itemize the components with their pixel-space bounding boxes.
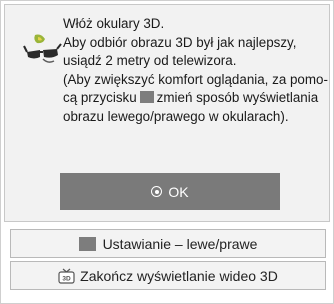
svg-text:3D: 3D: [63, 275, 72, 282]
message-line: Aby odbiór obrazu 3D był jak najlepszy,: [63, 34, 297, 50]
color-key-icon: [78, 236, 96, 251]
left-right-label: Ustawianie – lewe/prawe: [102, 235, 258, 252]
ok-circle-icon: [151, 186, 163, 197]
ok-button[interactable]: OK: [60, 173, 280, 210]
exit-3d-label: Zakończ wyświetlanie wideo 3D: [80, 267, 278, 284]
message-line: cą przycisku zmień sposób wyświetlania: [63, 89, 325, 108]
color-key-icon: [139, 91, 154, 104]
message-line-part: zmień sposób wyświetlania: [156, 90, 319, 106]
instruction-message: Włóż okulary 3D. Aby odbiór obrazu 3D by…: [63, 15, 328, 127]
exit-3d-button[interactable]: 3D Zakończ wyświetlanie wideo 3D: [10, 261, 326, 290]
message-line: obrazu lewego/prawego w okularach).: [63, 108, 289, 124]
left-right-setting-button[interactable]: Ustawianie – lewe/prawe: [10, 229, 326, 258]
message-line: Włóż okulary 3D.: [63, 16, 165, 31]
3d-glasses-icon: [23, 34, 62, 63]
message-line-part: cą przycisku: [63, 90, 137, 106]
message-line: usiądź 2 metry od telewizora.: [63, 53, 237, 69]
3d-glasses-dialog: Włóż okulary 3D. Aby odbiór obrazu 3D by…: [0, 0, 334, 304]
tv-3d-icon: 3D: [58, 268, 75, 284]
message-panel: Włóż okulary 3D. Aby odbiór obrazu 3D by…: [4, 4, 330, 222]
ok-label: OK: [168, 183, 189, 200]
message-line: (Aby zwiększyć komfort oglądania, za pom…: [63, 71, 328, 87]
